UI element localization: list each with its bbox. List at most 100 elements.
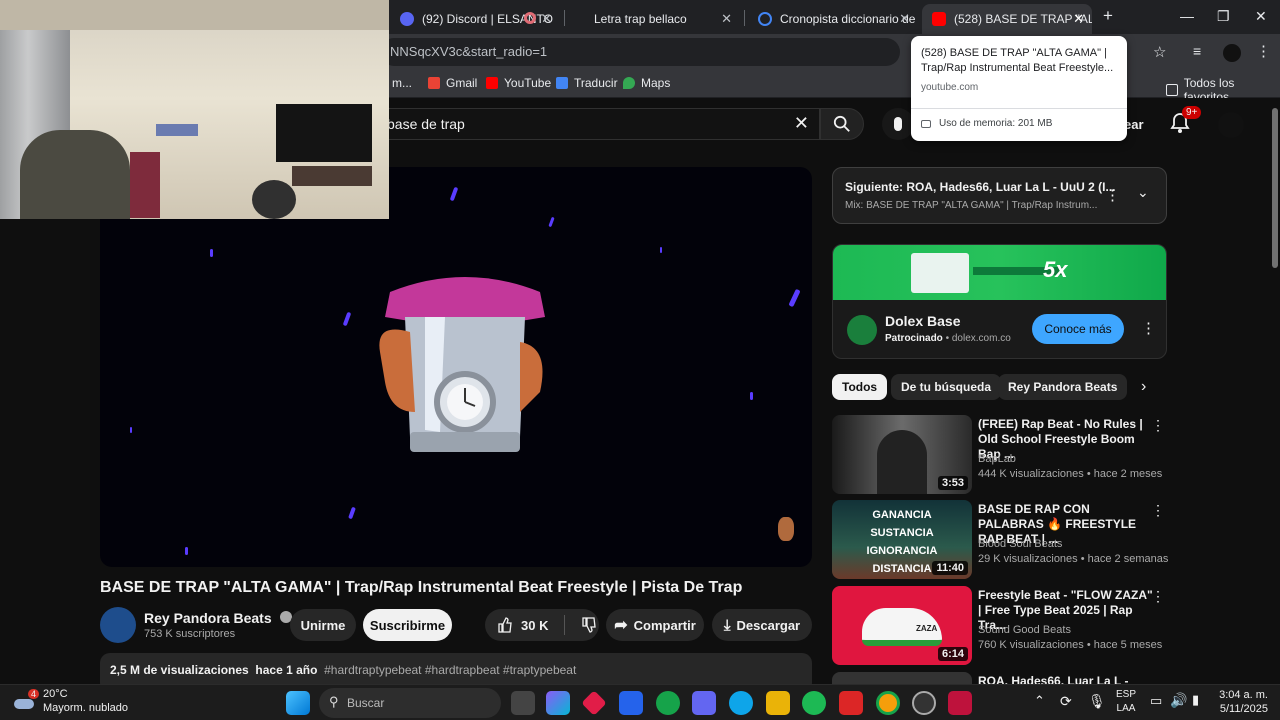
video-thumbnail[interactable]: ZAZA 6:14 [832, 586, 972, 665]
page-scrollbar[interactable] [1270, 98, 1280, 684]
minimize-button[interactable]: — [1180, 8, 1194, 24]
app-icon[interactable] [948, 691, 972, 715]
recommended-video[interactable]: GANANCIA SUSTANCIA IGNORANCIA DISTANCIA … [832, 500, 1168, 580]
bookmark-maps[interactable]: Maps [623, 76, 670, 90]
sponsored-ad[interactable]: 5x Dolex Base Patrocinado • dolex.com.co… [832, 244, 1167, 359]
volume-icon[interactable]: 🔊 [1170, 692, 1187, 709]
weather-widget-icon[interactable]: 4 [14, 689, 40, 713]
tab-letra[interactable]: Letra trap bellaco ✕ [570, 4, 740, 34]
close-icon[interactable]: ✕ [1073, 11, 1084, 27]
chevron-up-icon[interactable]: ⌃ [1034, 693, 1045, 709]
weather-temp: 20°C [43, 688, 68, 700]
bookmark-gmail[interactable]: Gmail [428, 76, 477, 90]
more-options-icon[interactable]: ⋮ [1151, 588, 1165, 605]
notifications-button[interactable]: 9+ [1170, 106, 1202, 136]
profile-avatar[interactable] [1223, 44, 1241, 62]
video-title: ROA, Hades66, Luar La L - UuU [978, 674, 1129, 684]
close-icon[interactable]: ✕ [899, 11, 910, 27]
bookmark-youtube[interactable]: YouTube [486, 76, 551, 90]
maximize-button[interactable]: ❐ [1217, 8, 1230, 25]
ad-cta-button[interactable]: Conoce más [1032, 314, 1124, 344]
join-button[interactable]: Unirme [290, 609, 356, 641]
chip-all[interactable]: Todos [832, 374, 888, 400]
close-window-button[interactable]: ✕ [1255, 8, 1267, 25]
channel-avatar[interactable] [100, 607, 136, 643]
channel-name[interactable]: Sound Good Beats [978, 624, 1071, 636]
close-icon[interactable]: ✕ [541, 11, 552, 27]
more-options-icon[interactable]: ⋮ [1151, 417, 1165, 434]
edge-icon[interactable] [729, 691, 753, 715]
hashtags[interactable]: #hardtraptypebeat #hardtrapbeat #traptyp… [324, 663, 576, 677]
voice-search-button[interactable] [882, 108, 914, 140]
bookmark-translate[interactable]: Traducir [556, 76, 618, 90]
tab-cronopista[interactable]: Cronopista diccionario de ✕ [748, 4, 918, 34]
search-button[interactable] [820, 108, 864, 140]
app-icon[interactable] [839, 691, 863, 715]
address-bar-url: NNSqcXV3c&start_radio=1 [390, 44, 548, 59]
app-icon[interactable] [581, 690, 607, 716]
tab-hover-card: (528) BASE DE TRAP "ALTA GAMA" | Trap/Ra… [911, 36, 1127, 141]
channel-name[interactable]: Rey Pandora Beats [144, 610, 292, 626]
battery-icon[interactable]: ▮ [1192, 692, 1199, 708]
video-meta: 760 K visualizaciones • hace 5 meses [978, 639, 1163, 651]
network-icon[interactable]: ▭ [1150, 693, 1162, 709]
clock[interactable]: 3:04 a. m. 5/11/2025 [1212, 688, 1268, 716]
channel-name[interactable]: Blood Soul Beats [978, 538, 1062, 550]
video-thumbnail[interactable] [832, 672, 972, 684]
new-tab-button[interactable]: + [1103, 6, 1113, 26]
more-options-icon[interactable]: ⋮ [1151, 502, 1165, 519]
task-view-icon[interactable] [511, 691, 535, 715]
address-bar[interactable]: NNSqcXV3c&start_radio=1 [380, 38, 900, 66]
chevron-right-icon[interactable]: › [1141, 378, 1146, 396]
clear-search-icon[interactable]: ✕ [794, 113, 809, 134]
search-input[interactable]: base de trap ✕ [370, 108, 820, 140]
bookmark-item[interactable]: m... [392, 76, 412, 90]
view-count: 2,5 M de visualizaciones [110, 663, 249, 677]
memory-usage: Uso de memoria: 201 MB [921, 118, 1052, 129]
search-icon: ⚲ [329, 694, 339, 709]
tab-discord[interactable]: (92) Discord | ELSANTO ✕ [390, 4, 560, 34]
ad-banner[interactable]: 5x [833, 245, 1166, 300]
chrome-icon[interactable] [656, 691, 680, 715]
recommended-video[interactable]: ROA, Hades66, Luar La L - UuU [832, 672, 1167, 684]
recommended-video[interactable]: 3:53 (FREE) Rap Beat - No Rules | Old Sc… [832, 415, 1167, 495]
account-avatar[interactable] [1218, 112, 1244, 138]
chip-channel[interactable]: Rey Pandora Beats [998, 374, 1128, 400]
scrollbar-thumb[interactable] [1272, 108, 1278, 268]
tab-youtube-active[interactable]: (528) BASE DE TRAP "ALTA ✕ [922, 4, 1092, 34]
bookmark-star-icon[interactable]: ☆ [1153, 43, 1166, 61]
video-player[interactable] [100, 167, 812, 567]
sync-icon[interactable]: ⟳ [1060, 693, 1072, 710]
taskbar-search-input[interactable]: ⚲ Buscar [319, 688, 501, 718]
more-options-icon[interactable]: ⋮ [1105, 186, 1120, 204]
download-button[interactable]: ⤓ Descargar [712, 609, 812, 641]
video-thumbnail[interactable]: GANANCIA SUSTANCIA IGNORANCIA DISTANCIA … [832, 500, 972, 579]
browser-menu-icon[interactable]: ⋮ [1256, 42, 1271, 60]
language-indicator[interactable]: ESP LAA [1116, 688, 1136, 716]
close-icon[interactable]: ✕ [721, 11, 732, 27]
chip-from-search[interactable]: De tu búsqueda [891, 374, 1002, 400]
chevron-down-icon[interactable]: ⌄ [1137, 184, 1149, 201]
teams-icon[interactable] [692, 691, 716, 715]
recommended-video[interactable]: ZAZA 6:14 Freestyle Beat - "FLOW ZAZA" |… [832, 586, 1167, 666]
weather-badge: 4 [28, 689, 40, 699]
chrome-active-icon[interactable] [876, 691, 900, 715]
subscribe-button[interactable]: Suscribirme [363, 609, 452, 641]
windows-start-icon[interactable] [286, 691, 310, 715]
obs-icon[interactable] [912, 691, 936, 715]
up-next-panel[interactable]: Siguiente: ROA, Hades66, Luar La L - UuU… [832, 167, 1167, 224]
ad-more-options-icon[interactable]: ⋮ [1141, 319, 1156, 337]
spotify-icon[interactable] [802, 691, 826, 715]
store-icon[interactable] [619, 691, 643, 715]
like-button[interactable]: 30 K [497, 617, 548, 633]
media-control-icon[interactable]: ≡ [1193, 43, 1201, 59]
thumbs-down-icon[interactable] [581, 617, 597, 633]
copilot-icon[interactable] [546, 691, 570, 715]
channel-name[interactable]: BapLab [978, 453, 1016, 465]
thumbs-up-icon [498, 617, 512, 633]
microphone-icon[interactable]: 🎙 [1088, 693, 1106, 710]
file-explorer-icon[interactable] [766, 691, 790, 715]
tab-title: Letra trap bellaco [594, 12, 687, 26]
video-thumbnail[interactable]: 3:53 [832, 415, 972, 494]
share-button[interactable]: ➦ Compartir [606, 609, 704, 641]
